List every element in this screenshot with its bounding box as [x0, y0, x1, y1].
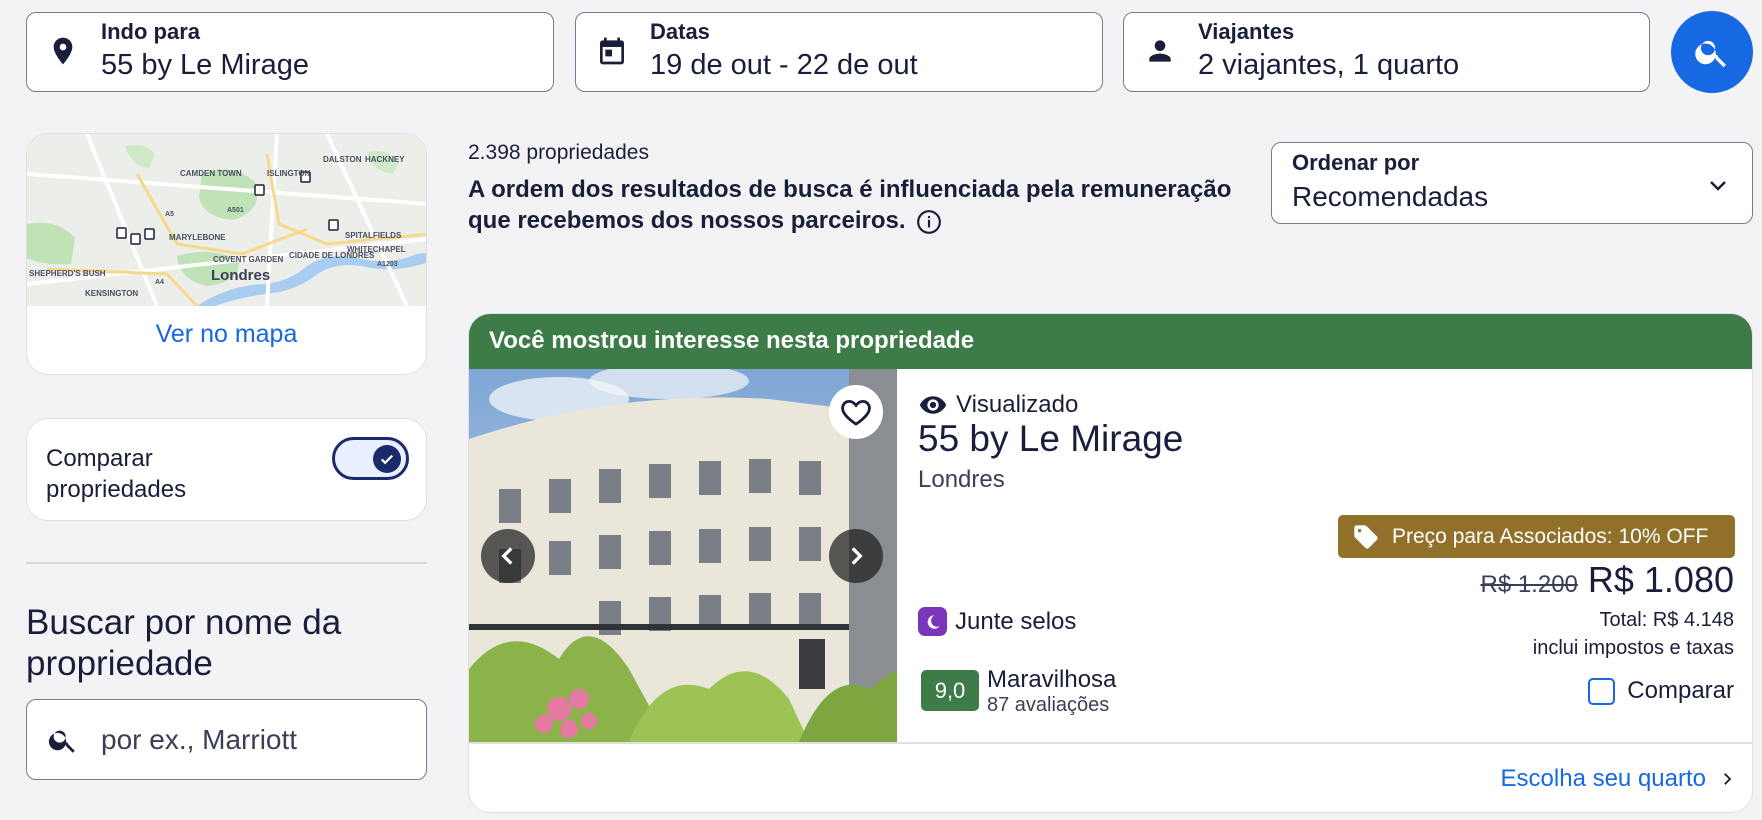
- dates-label: Datas: [650, 19, 710, 44]
- previous-photo-button[interactable]: [481, 529, 535, 583]
- sort-select[interactable]: Ordenar por Recomendadas: [1271, 142, 1753, 224]
- compare-checkbox[interactable]: [1588, 677, 1616, 705]
- rating-score-badge: 9,0: [921, 670, 979, 711]
- stamps-label: Junte selos: [955, 607, 1077, 635]
- viewed-label: Visualizado: [956, 391, 1079, 418]
- location-pin-icon: [53, 37, 73, 65]
- map-label: COVENT GARDEN: [213, 255, 283, 264]
- property-name-search-input[interactable]: por ex., Marriott: [26, 699, 427, 780]
- check-icon: [380, 454, 394, 465]
- dates-value: 19 de out - 22 de out: [650, 49, 918, 81]
- map-label: SHEPHERD'S BUSH: [29, 269, 106, 278]
- price-row: R$ 1.200 R$ 1.080: [1480, 559, 1734, 601]
- compare-properties-toggle[interactable]: [332, 437, 409, 480]
- map-label: MARYLEBONE: [169, 233, 226, 242]
- sidebar-divider: [26, 562, 427, 564]
- rating-word: Maravilhosa: [987, 666, 1117, 693]
- sort-value: Recomendadas: [1292, 181, 1489, 212]
- stamps-promo: Junte selos: [918, 607, 1076, 636]
- travelers-value: 2 viajantes, 1 quarto: [1198, 49, 1460, 81]
- destination-value: 55 by Le Mirage: [101, 49, 309, 81]
- travelers-field[interactable]: Viajantes 2 viajantes, 1 quarto: [1123, 12, 1650, 92]
- map-label: A4: [155, 279, 164, 286]
- chevron-down-icon: [1710, 181, 1726, 191]
- ranking-disclaimer: A ordem dos resultados de busca é influe…: [468, 174, 1268, 236]
- compare-checkbox-row[interactable]: Comparar: [1588, 677, 1734, 705]
- map-label: SPITALFIELDS: [345, 231, 402, 240]
- map-card[interactable]: CAMDEN TOWN ISLINGTON DALSTON HACKNEY MA…: [26, 133, 427, 375]
- map-label: KENSINGTON: [85, 289, 138, 298]
- view-on-map-link[interactable]: Ver no mapa: [27, 320, 426, 349]
- travelers-label: Viajantes: [1198, 19, 1295, 44]
- property-city: Londres: [918, 466, 1005, 493]
- current-price: R$ 1.080: [1587, 559, 1734, 600]
- toggle-knob: [373, 445, 401, 473]
- interest-banner: Você mostrou interesse nesta propriedade: [469, 314, 1752, 369]
- next-photo-button[interactable]: [829, 529, 883, 583]
- ranking-disclaimer-text: A ordem dos resultados de busca é influe…: [468, 176, 1232, 234]
- map-label: A1203: [377, 261, 398, 268]
- card-divider: [469, 742, 1752, 744]
- member-price-badge: Preço para Associados: 10% OFF: [1338, 515, 1735, 558]
- destination-field[interactable]: Indo para 55 by Le Mirage: [26, 12, 554, 92]
- property-name[interactable]: 55 by Le Mirage: [918, 418, 1183, 460]
- property-card[interactable]: Você mostrou interesse nesta propriedade: [468, 313, 1753, 813]
- chevron-right-icon: [851, 547, 863, 565]
- map-thumbnail[interactable]: CAMDEN TOWN ISLINGTON DALSTON HACKNEY MA…: [27, 134, 426, 306]
- total-price: Total: R$ 4.148: [1599, 609, 1734, 631]
- info-icon[interactable]: [916, 209, 942, 235]
- map-label: HACKNEY: [365, 155, 405, 164]
- taxes-note: inclui impostos e taxas: [1532, 637, 1734, 659]
- property-photo[interactable]: [469, 369, 897, 742]
- property-count: 2.398 propriedades: [468, 141, 649, 164]
- map-label: ISLINGTON: [267, 169, 311, 178]
- map-label: CAMDEN TOWN: [180, 169, 242, 178]
- search-button[interactable]: [1671, 11, 1753, 93]
- property-name-placeholder: por ex., Marriott: [101, 724, 298, 755]
- chevron-right-icon: [1724, 773, 1732, 785]
- member-price-label: Preço para Associados: 10% OFF: [1392, 524, 1709, 548]
- compare-checkbox-label: Comparar: [1627, 677, 1734, 704]
- chevron-left-icon: [501, 547, 513, 565]
- moon-icon: [918, 607, 947, 636]
- map-label: A5: [165, 211, 174, 218]
- property-name-search-heading: Buscar por nome da propriedade: [26, 603, 342, 683]
- search-icon: [48, 730, 75, 753]
- map-city-label: Londres: [211, 267, 270, 284]
- dates-field[interactable]: Datas 19 de out - 22 de out: [575, 12, 1103, 92]
- compare-properties-card: Comparar propriedades: [26, 418, 427, 521]
- viewed-indicator: Visualizado: [918, 390, 1078, 420]
- original-price: R$ 1.200: [1480, 571, 1578, 598]
- favorite-button[interactable]: [829, 385, 883, 439]
- person-icon: [1149, 40, 1171, 62]
- destination-label: Indo para: [101, 19, 201, 44]
- heart-icon: [841, 399, 871, 426]
- compare-properties-label: Comparar propriedades: [46, 445, 187, 503]
- map-label: CIDADE DE LONDRES: [289, 251, 375, 260]
- calendar-icon: [600, 37, 624, 65]
- search-icon: [1695, 40, 1726, 68]
- choose-room-label: Escolha seu quarto: [1500, 765, 1706, 792]
- tag-icon: [1354, 524, 1378, 549]
- sort-label: Ordenar por: [1292, 150, 1420, 175]
- eye-icon: [919, 396, 947, 414]
- map-label: A501: [227, 207, 244, 214]
- review-count: 87 avaliações: [987, 694, 1110, 716]
- map-label: DALSTON: [323, 155, 362, 164]
- choose-room-link[interactable]: Escolha seu quarto: [1501, 765, 1736, 793]
